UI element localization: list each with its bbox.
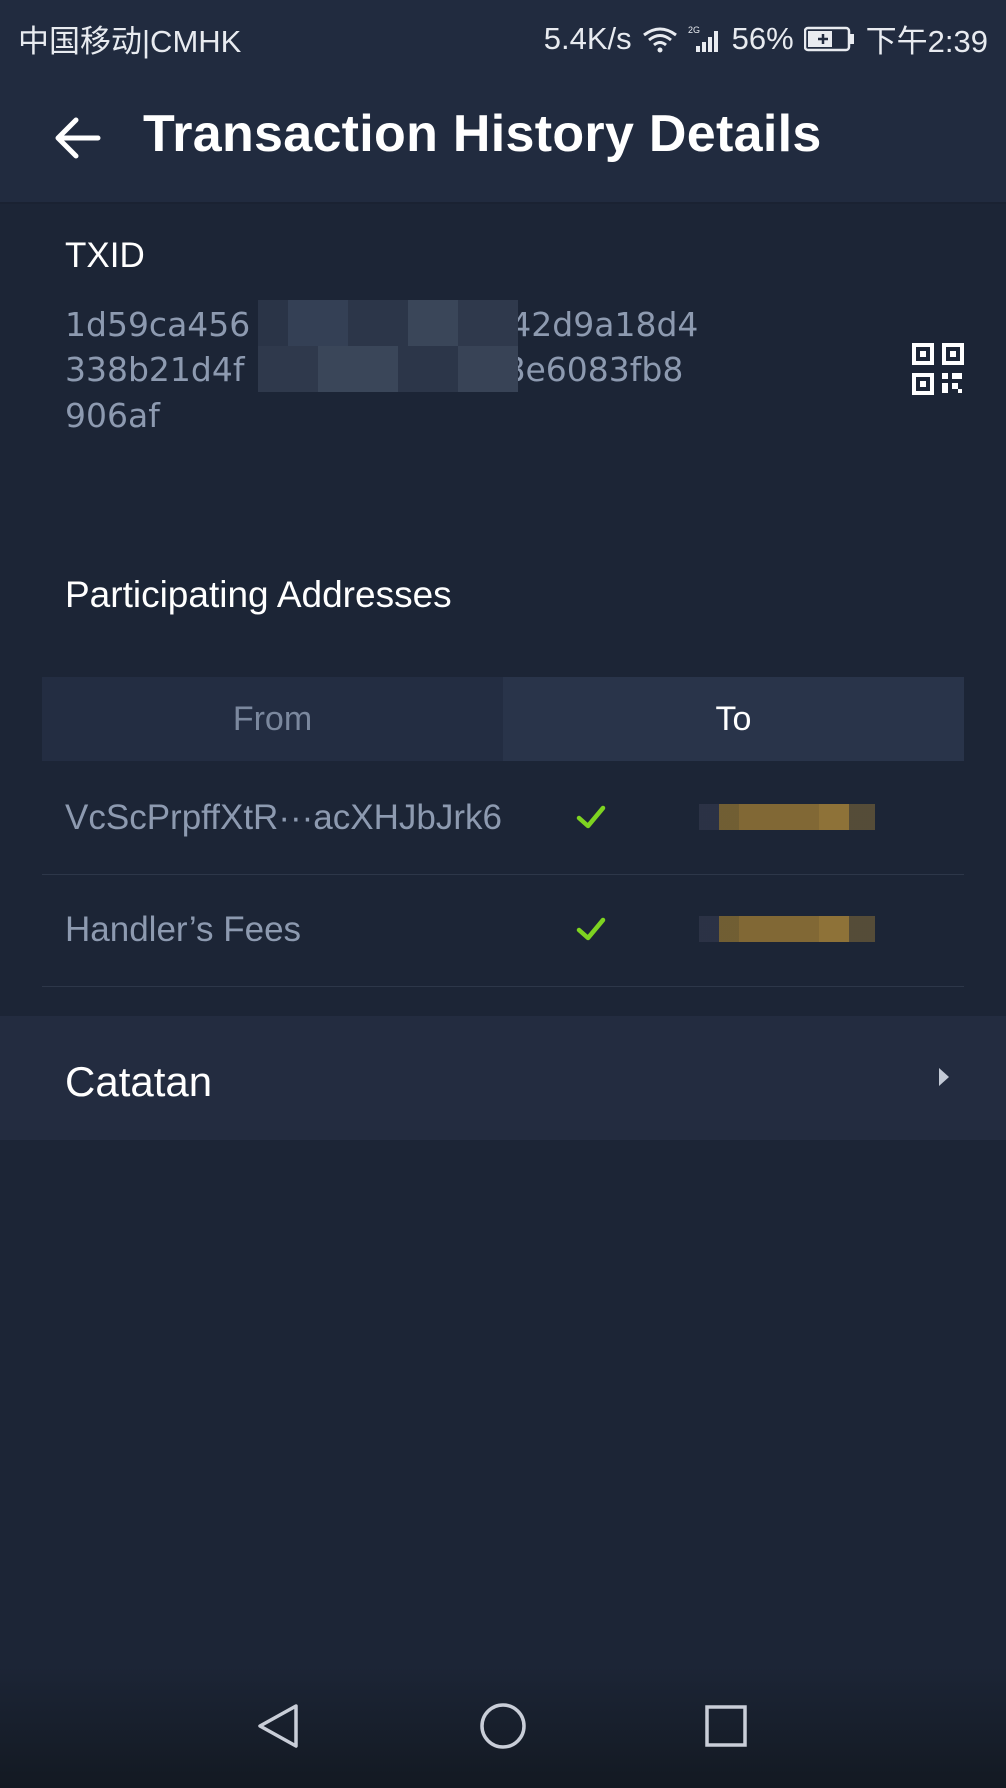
check-icon [576, 805, 606, 829]
triangle-back-icon [258, 1704, 298, 1748]
amount-redacted [699, 804, 875, 830]
qr-code-icon[interactable] [912, 343, 964, 395]
tab-from[interactable]: From [42, 677, 503, 761]
nav-back-button[interactable] [250, 1698, 306, 1754]
tab-to[interactable]: To [503, 677, 964, 761]
signal-icon: 2G [688, 24, 722, 54]
chevron-right-icon [939, 1068, 949, 1086]
svg-text:2G: 2G [688, 25, 700, 35]
square-recents-icon [705, 1705, 747, 1747]
arrow-left-icon [55, 117, 101, 159]
system-nav-bar [0, 1666, 1006, 1788]
txid-redacted [258, 300, 518, 392]
back-button[interactable] [50, 110, 106, 166]
carrier-label: 中国移动|CMHK [18, 24, 242, 59]
check-icon [576, 917, 606, 941]
address-text: VcScPrpffXtR···acXHJbJrk6 [65, 798, 502, 837]
address-tabs: From To [42, 677, 964, 761]
address-row[interactable]: Handler’s Fees [42, 874, 964, 987]
txid-line-1-end: 42d9a18d4 [510, 305, 699, 344]
txid-line-2-start: 338b21d4f [65, 350, 245, 389]
address-text: Handler’s Fees [65, 910, 302, 949]
txid-line-1-start: 1d59ca456 [65, 305, 251, 344]
status-bar: 中国移动|CMHK 5.4K/s 2G 56% 下午2:39 [0, 0, 1006, 72]
clock: 下午2:39 [865, 24, 988, 59]
note-row[interactable]: Catatan [0, 1016, 1006, 1140]
page-title: Transaction History Details [143, 105, 822, 163]
nav-recents-button[interactable] [698, 1698, 754, 1754]
net-speed: 5.4K/s [543, 20, 632, 56]
participating-addresses-label: Participating Addresses [65, 574, 452, 615]
txid-line-2-end: 8e6083fb8 [504, 350, 684, 389]
txid-label: TXID [65, 236, 145, 275]
app-bar: Transaction History Details [0, 72, 1006, 204]
battery-icon [803, 26, 856, 52]
note-label: Catatan [65, 1058, 213, 1105]
battery-percent: 56% [731, 20, 794, 56]
status-right: 5.4K/s 2G 56% 下午2:39 [544, 16, 988, 61]
amount-redacted [699, 916, 875, 942]
nav-home-button[interactable] [475, 1698, 531, 1754]
txid-line-3[interactable]: 906af [65, 396, 160, 435]
address-row[interactable]: VcScPrpffXtR···acXHJbJrk6 [42, 762, 964, 875]
circle-home-icon [480, 1703, 526, 1749]
wifi-icon [642, 25, 678, 53]
